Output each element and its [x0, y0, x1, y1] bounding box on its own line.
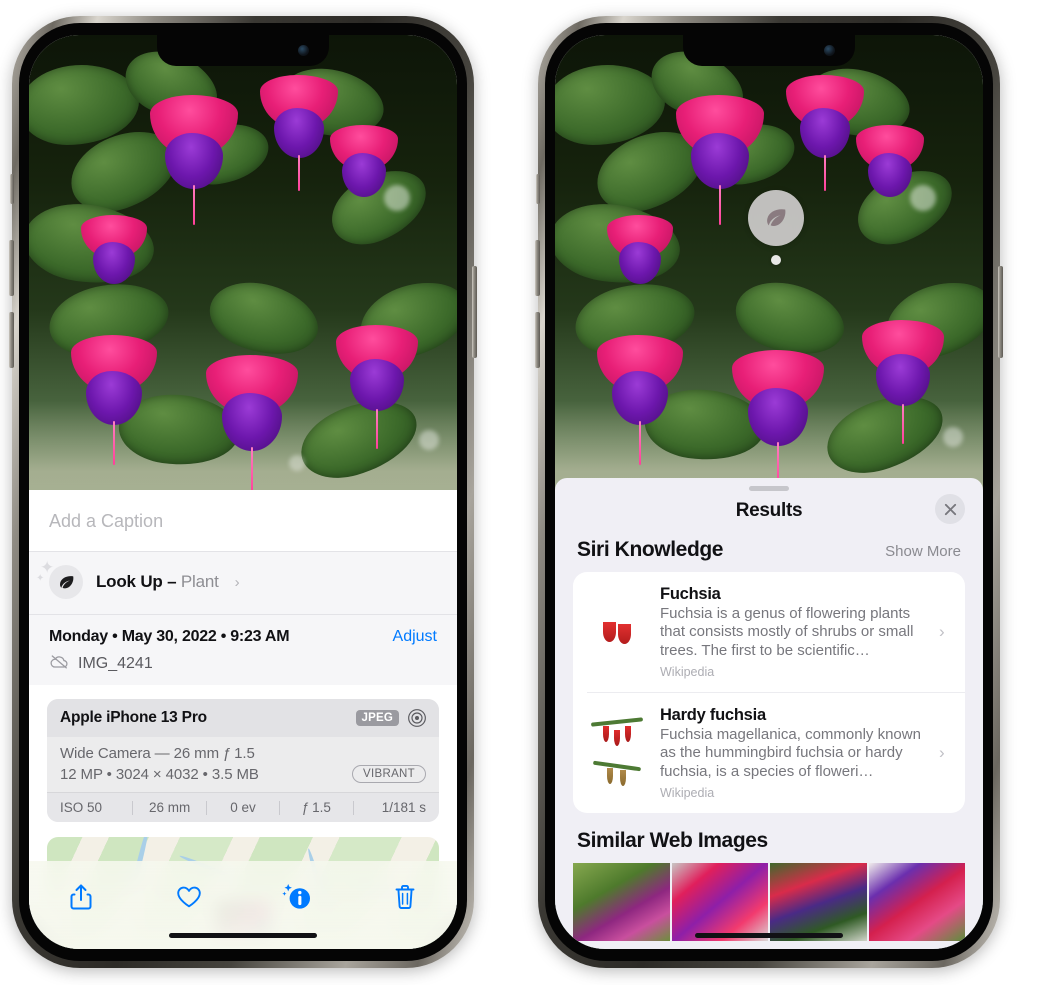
volume-down-button[interactable] [9, 312, 14, 368]
web-image-thumbnail[interactable] [868, 862, 965, 941]
visual-look-up-badge[interactable] [748, 190, 804, 246]
resolution-info: 12 MP • 3024 × 4032 • 3.5 MB [60, 765, 259, 783]
result-source: Wikipedia [660, 785, 715, 800]
close-icon[interactable] [935, 494, 965, 524]
screenshot-stage: Add a Caption ✦ ✦ Look Up – Plant › Mond… [0, 0, 1055, 985]
similar-web-images-strip [555, 862, 983, 941]
format-badge: JPEG [355, 710, 399, 726]
list-item[interactable]: Hardy fuchsia Fuchsia magellanica, commo… [587, 691, 965, 813]
exif-ev: 0 ev [230, 800, 256, 815]
favorite-button[interactable] [167, 875, 211, 919]
lens-info: Wide Camera — 26 mm ƒ 1.5 [60, 745, 255, 762]
look-up-row[interactable]: ✦ ✦ Look Up – Plant › [29, 552, 457, 614]
result-thumbnail [587, 706, 647, 800]
power-button[interactable] [998, 266, 1003, 358]
power-button[interactable] [472, 266, 477, 358]
show-more-button[interactable]: Show More [885, 543, 961, 560]
exif-shutter: 1/181 s [381, 800, 427, 815]
siri-knowledge-title: Siri Knowledge [577, 538, 724, 561]
volume-up-button[interactable] [535, 240, 540, 296]
photo-date: Monday • May 30, 2022 • 9:23 AM [49, 628, 290, 645]
chevron-right-icon: › [234, 573, 240, 591]
exif-aperture: ƒ 1.5 [301, 800, 331, 815]
bezel-right: Results Siri Knowledge Show More Fuchsia… [545, 23, 993, 961]
volume-up-button[interactable] [9, 240, 14, 296]
info-button[interactable] [275, 875, 319, 919]
notch-left [157, 35, 329, 66]
front-camera-icon [298, 45, 309, 56]
adjust-button[interactable]: Adjust [393, 628, 437, 646]
result-thumbnail [587, 610, 647, 654]
similar-web-images-title: Similar Web Images [577, 828, 768, 852]
results-title: Results [735, 500, 803, 521]
iphone-right-frame: Results Siri Knowledge Show More Fuchsia… [535, 16, 1003, 968]
home-indicator-left[interactable] [169, 933, 317, 938]
web-image-thumbnail[interactable] [671, 862, 768, 941]
cloud-slash-icon [49, 653, 70, 675]
look-up-label: Look Up – Plant [96, 572, 219, 592]
caption-input[interactable]: Add a Caption [29, 490, 457, 551]
similar-web-images-header: Similar Web Images [555, 813, 983, 863]
photo-filename: IMG_4241 [78, 655, 153, 672]
web-image-thumbnail[interactable] [573, 862, 670, 941]
look-up-subject: Plant [180, 572, 219, 591]
silence-switch[interactable] [536, 174, 540, 204]
look-up-section: ✦ ✦ Look Up – Plant › [29, 551, 457, 614]
share-button[interactable] [59, 875, 103, 919]
result-title: Hardy fuchsia [660, 705, 766, 724]
look-up-title: Look Up – [96, 572, 181, 591]
sparkle-icon-small: ✦ [36, 573, 45, 584]
siri-knowledge-card: Fuchsia Fuchsia is a genus of flowering … [573, 572, 965, 813]
siri-knowledge-header: Siri Knowledge Show More [555, 538, 983, 572]
visual-look-up-anchor-dot [771, 255, 781, 265]
camera-model: Apple iPhone 13 Pro [60, 709, 207, 726]
front-camera-icon [824, 45, 835, 56]
delete-button[interactable] [383, 875, 427, 919]
photographic-style-badge: VIBRANT [352, 765, 426, 783]
list-item[interactable]: Fuchsia Fuchsia is a genus of flowering … [573, 572, 965, 692]
screen-right: Results Siri Knowledge Show More Fuchsia… [555, 35, 983, 949]
bezel-left: Add a Caption ✦ ✦ Look Up – Plant › Mond… [19, 23, 467, 961]
exif-iso: ISO 50 [60, 800, 103, 815]
silence-switch[interactable] [10, 174, 14, 204]
web-image-thumbnail[interactable] [770, 862, 867, 941]
result-description: Fuchsia magellanica, commonly known as t… [660, 725, 921, 780]
notch-right [683, 35, 855, 66]
metadata-section: Monday • May 30, 2022 • 9:23 AM Adjust I… [29, 614, 457, 685]
exif-row: ISO 50 26 mm 0 ev ƒ 1.5 1/181 s [47, 792, 439, 822]
result-source: Wikipedia [660, 664, 715, 679]
iphone-left-frame: Add a Caption ✦ ✦ Look Up – Plant › Mond… [9, 16, 477, 968]
results-sheet: Results Siri Knowledge Show More Fuchsia… [555, 478, 983, 949]
aperture-icon [407, 708, 427, 728]
leaf-sparkle-icon: ✦ ✦ [36, 559, 83, 599]
volume-down-button[interactable] [535, 312, 540, 368]
camera-info-card[interactable]: Apple iPhone 13 Pro JPEG Wide Camera — 2… [47, 699, 439, 822]
exif-focal: 26 mm [148, 800, 191, 815]
photo-info-sheet: Add a Caption ✦ ✦ Look Up – Plant › Mond… [29, 490, 457, 949]
screen-left: Add a Caption ✦ ✦ Look Up – Plant › Mond… [29, 35, 457, 949]
home-indicator-right[interactable] [695, 933, 843, 938]
chevron-right-icon: › [939, 742, 945, 762]
result-description: Fuchsia is a genus of flowering plants t… [660, 605, 914, 659]
result-title: Fuchsia [660, 585, 721, 603]
chevron-right-icon: › [939, 621, 945, 641]
